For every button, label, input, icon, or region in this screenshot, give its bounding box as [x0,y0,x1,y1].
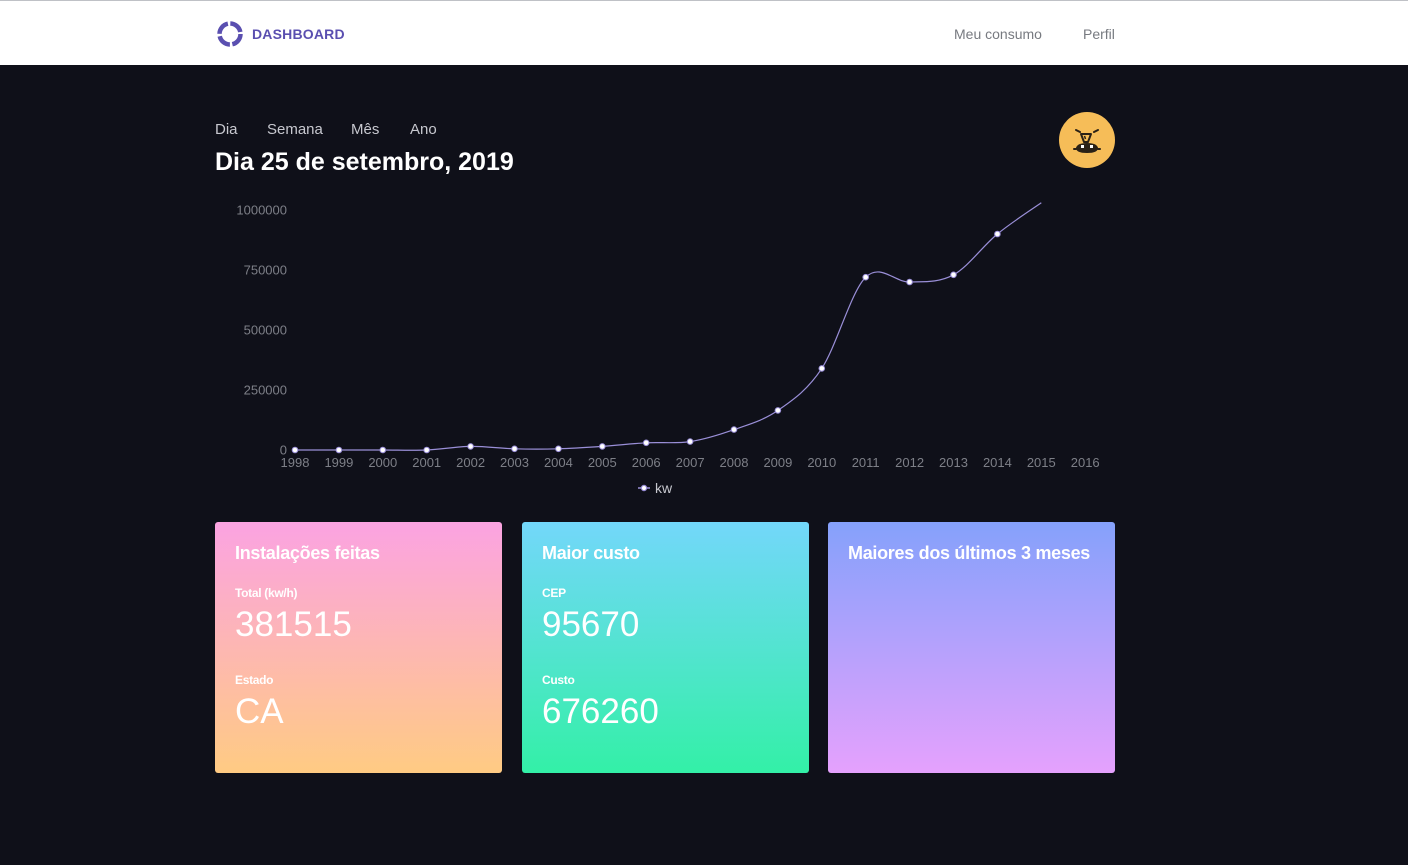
card-label-custo: Custo [542,673,575,687]
x-tick-label: 2009 [763,455,792,470]
x-tick-label: 1999 [324,455,353,470]
y-tick-label: 750000 [244,263,287,278]
data-point[interactable] [555,445,562,453]
page-title: Dia 25 de setembro, 2019 [215,148,514,176]
data-point[interactable] [906,278,913,286]
card-label-estado: Estado [235,673,274,687]
tab-ano[interactable]: Ano [410,121,437,138]
y-axis-ticks: 02500005000007500001000000 [236,203,287,458]
chart-legend[interactable]: kw [638,480,673,496]
x-tick-label: 2014 [983,455,1012,470]
x-tick-label: 2012 [895,455,924,470]
card-value-custo: 676260 [542,692,659,731]
card-label-total: Total (kw/h) [235,586,298,600]
legend-label: kw [655,480,673,496]
data-point[interactable] [994,230,1001,238]
card-title: Maior custo [542,543,640,563]
x-tick-label: 2011 [852,455,880,470]
x-tick-label: 2015 [1027,455,1056,470]
data-point[interactable] [335,446,343,454]
user-avatar[interactable] [1059,112,1115,168]
card-maior-custo: Maior custo CEP 95670 Custo 676260 [522,522,809,773]
y-tick-label: 500000 [244,323,287,338]
x-tick-label: 1998 [281,455,310,470]
data-point[interactable] [291,446,299,454]
data-point[interactable] [950,271,957,279]
consumption-line-chart: 02500005000007500001000000 1998 1999 2000 2… [236,202,1100,496]
x-axis-ticks: 1998 1999 2000 2001 2002 2003 2004 2005 2006 2007… [281,455,1100,470]
card-label-cep: CEP [542,586,566,600]
card-value-total: 381515 [235,605,352,644]
data-point[interactable] [730,426,738,433]
x-tick-label: 2004 [544,455,573,470]
data-point[interactable] [862,273,870,281]
brand-title[interactable]: DASHBOARD [252,26,345,42]
tab-semana[interactable]: Semana [267,121,323,138]
nav-link-meu-consumo[interactable]: Meu consumo [954,26,1042,42]
series-line-kw [295,202,1042,451]
data-point[interactable] [642,439,650,447]
x-tick-label: 2003 [500,455,529,470]
top-navbar: DASHBOARD Meu consumo Perfil [0,0,1408,65]
ring-logo-icon[interactable] [216,20,244,48]
x-tick-label: 2000 [368,455,397,470]
monster-face-icon [1073,129,1101,153]
data-point[interactable] [467,443,474,450]
legend-marker [640,484,648,492]
x-tick-label: 2005 [588,455,617,470]
x-tick-label: 2001 [412,455,441,470]
data-point[interactable] [774,407,782,414]
card-maiores-ultimos-3-meses: Maiores dos últimos 3 meses [828,522,1115,773]
tab-dia[interactable]: Dia [215,121,238,138]
card-title: Instalações feitas [235,543,380,563]
data-point[interactable] [818,365,826,372]
x-tick-label: 2002 [456,455,485,470]
card-title: Maiores dos últimos 3 meses [848,543,1090,563]
card-value-estado: CA [235,692,284,731]
x-tick-label: 2006 [632,455,661,470]
card-value-cep: 95670 [542,605,640,644]
x-tick-label: 2013 [939,455,968,470]
x-tick-label: 2007 [676,455,705,470]
series-points-kw [291,230,1001,454]
data-point[interactable] [599,443,606,450]
data-point[interactable] [379,446,387,454]
y-tick-label: 250000 [244,383,287,398]
y-tick-label: 1000000 [236,203,287,218]
data-point[interactable] [511,445,518,453]
card-instalacoes-feitas: Instalações feitas Total (kw/h) 381515 E… [215,522,502,773]
data-point[interactable] [686,438,694,445]
x-tick-label: 2010 [807,455,836,470]
tab-mes[interactable]: Mês [351,121,379,138]
nav-link-perfil[interactable]: Perfil [1083,26,1115,42]
x-tick-label: 2008 [720,455,749,470]
x-tick-label: 2016 [1071,455,1100,470]
data-point[interactable] [423,446,430,454]
